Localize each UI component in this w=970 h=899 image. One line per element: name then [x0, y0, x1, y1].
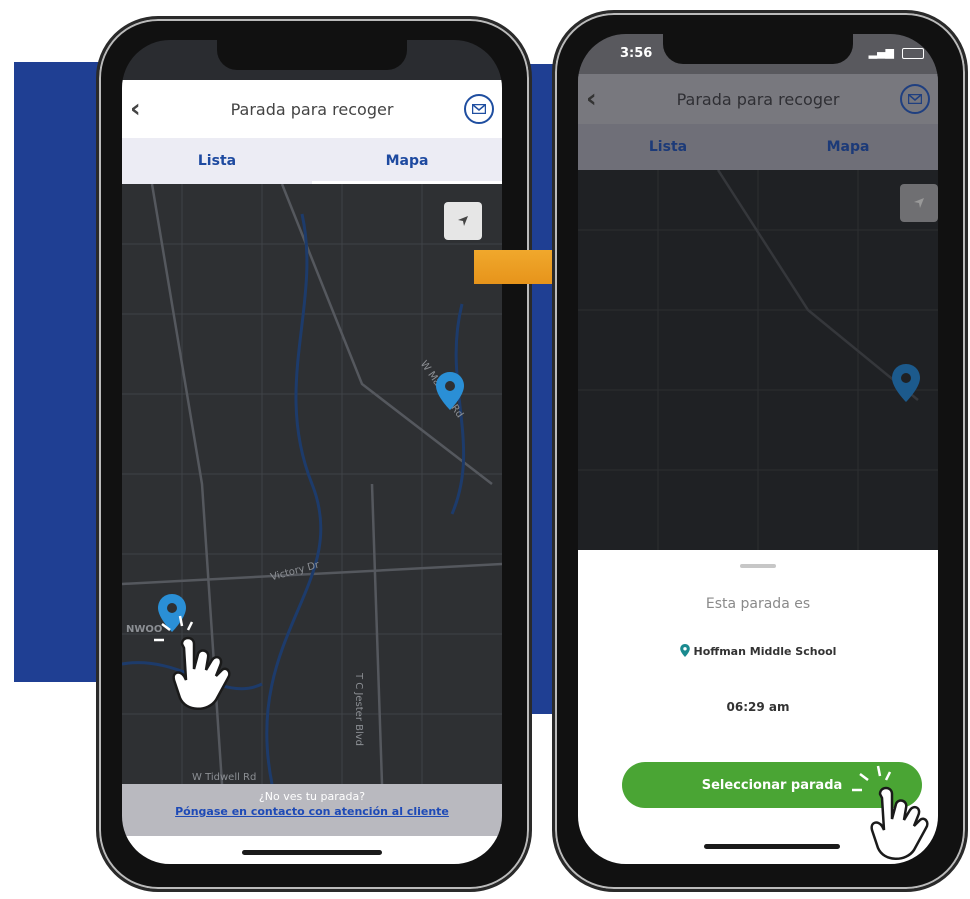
tab-lista[interactable]: Lista — [578, 124, 758, 170]
background-band-left — [14, 62, 106, 682]
street-label: T C Jester Blvd — [353, 672, 365, 747]
locate-arrow-icon[interactable] — [900, 184, 938, 222]
map-view[interactable] — [578, 170, 938, 550]
app-header: ‹ Parada para recoger — [122, 80, 502, 138]
mail-icon[interactable] — [900, 84, 930, 114]
map-pin-icon[interactable] — [892, 364, 920, 402]
sheet-handle[interactable] — [740, 564, 776, 568]
tap-hand-icon — [852, 765, 929, 860]
tab-mapa[interactable]: Mapa — [758, 124, 938, 170]
street-label: W Tidwell Rd — [192, 772, 257, 783]
tab-mapa[interactable]: Mapa — [312, 138, 502, 184]
right-phone-screen: 3:56 ▂▄▆ ‹ Parada para recoger Lista Map… — [578, 34, 938, 864]
notch — [217, 40, 407, 70]
mail-icon[interactable] — [464, 94, 494, 124]
status-time: 3:56 — [620, 46, 653, 61]
app-header: ‹ Parada para recoger — [578, 74, 938, 124]
tab-bar: Lista Mapa — [122, 138, 502, 184]
sheet-heading: Esta parada es — [705, 596, 811, 612]
back-chevron-icon[interactable]: ‹ — [586, 84, 597, 114]
map-streets — [578, 170, 938, 550]
tab-lista[interactable]: Lista — [122, 138, 312, 184]
tab-bar: Lista Mapa — [578, 124, 938, 170]
contact-support-link[interactable]: Póngase en contacto con atención al clie… — [122, 805, 502, 818]
home-indicator — [704, 844, 840, 849]
stop-name: Hoffman Middle School — [693, 645, 837, 658]
back-chevron-icon[interactable]: ‹ — [130, 94, 141, 124]
page-title: Parada para recoger — [676, 89, 840, 109]
home-indicator — [242, 850, 382, 855]
tap-hand-icon — [154, 615, 231, 710]
stop-time: 06:29 am — [726, 700, 790, 714]
map-view[interactable]: W Main St Rd Victory Dr T C Jester Blvd … — [122, 184, 502, 784]
left-phone-screen: ‹ Parada para recoger Lista Mapa W Rd Vi… — [122, 40, 502, 864]
contact-question: ¿No ves tu parada? — [258, 790, 366, 803]
notch — [663, 34, 853, 64]
contact-footer: ¿No ves tu parada? Póngase en contacto c… — [122, 784, 502, 836]
signal-icon: ▂▄▆ — [868, 46, 894, 59]
battery-icon — [902, 48, 924, 59]
map-pin-icon — [679, 644, 690, 657]
page-title: Parada para recoger — [230, 99, 394, 119]
map-pin-icon[interactable] — [436, 372, 464, 410]
stop-name-row: Hoffman Middle School — [578, 644, 938, 658]
